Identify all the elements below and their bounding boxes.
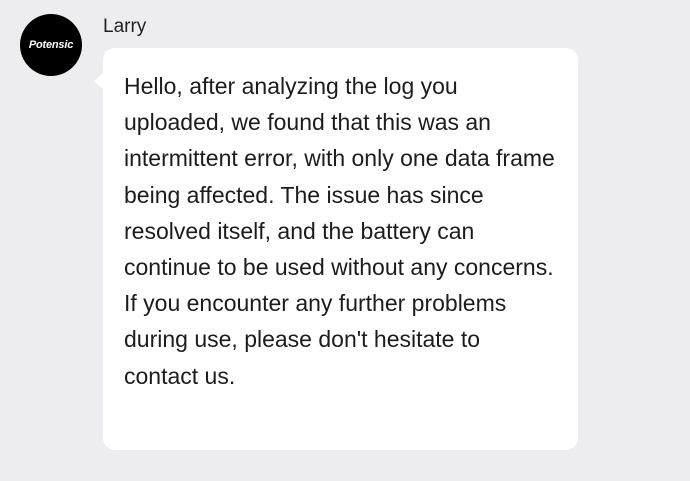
potensic-logo: Potensic <box>28 39 74 51</box>
sender-avatar[interactable]: Potensic <box>20 14 82 76</box>
bubble-tail <box>94 72 104 90</box>
sender-name[interactable]: Larry <box>103 15 146 39</box>
message-text: Hello, after analyzing the log you uploa… <box>124 68 560 394</box>
message-paragraph-1: Hello, after analyzing the log you uploa… <box>124 73 555 281</box>
message-bubble: Hello, after analyzing the log you uploa… <box>94 48 578 450</box>
message-paragraph-2: If you encounter any further problems du… <box>124 290 507 389</box>
